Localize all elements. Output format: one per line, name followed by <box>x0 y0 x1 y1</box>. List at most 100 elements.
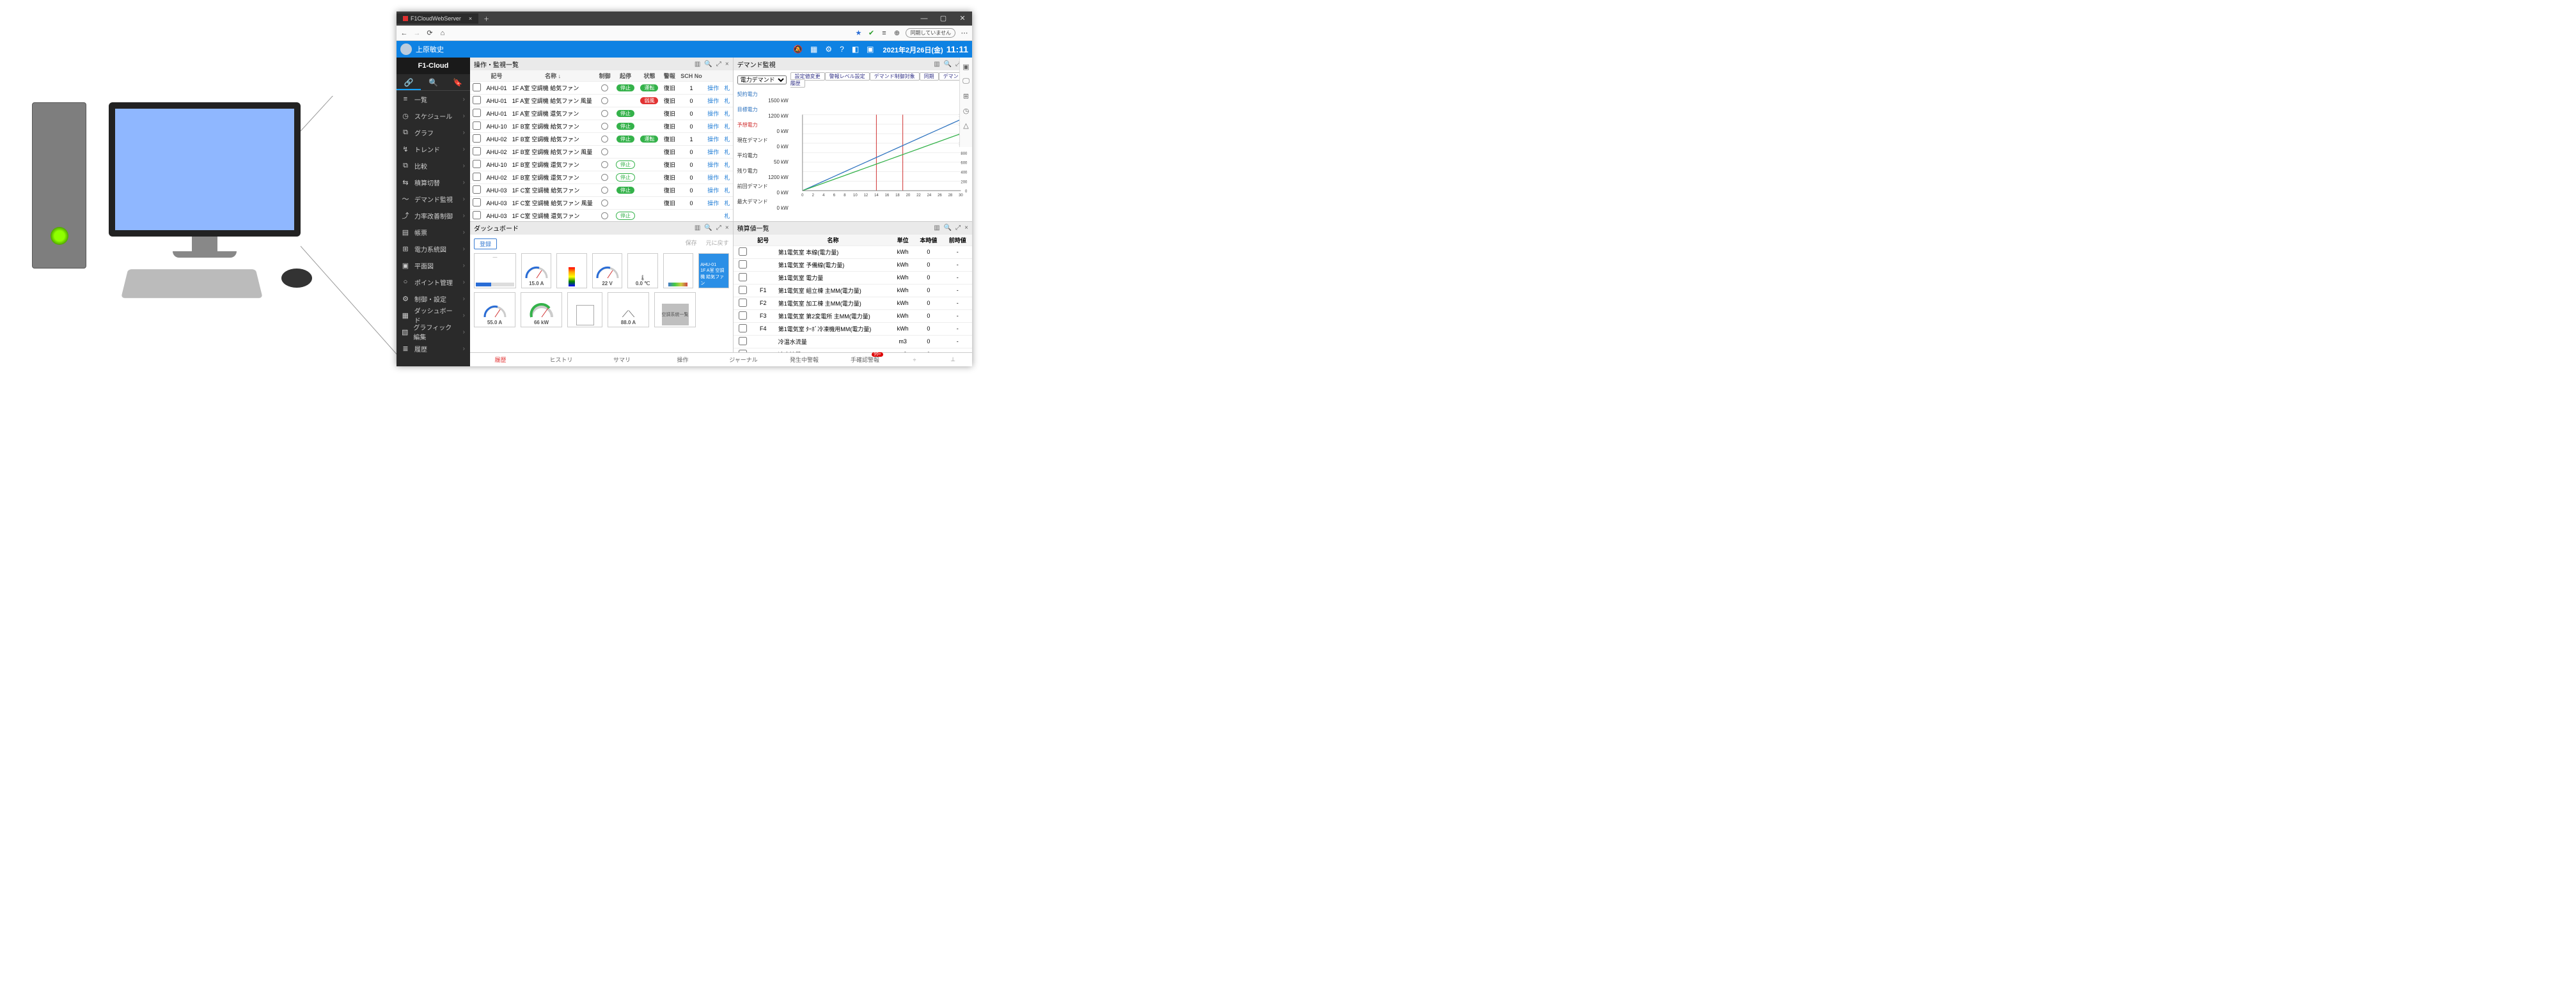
demand-button[interactable]: デマンド制御対象 <box>870 72 920 81</box>
tag-link[interactable]: 札 <box>725 149 730 155</box>
row-checkbox[interactable] <box>739 324 747 332</box>
table-row[interactable]: AHU-021F B室 空調機 還気ファン 停止 復旧0 操作 札 <box>470 171 733 184</box>
sidebar-item[interactable]: ⤴力率改善制御› <box>397 207 470 224</box>
side-tab-search[interactable]: 🔍 <box>421 74 445 90</box>
sidebar-item[interactable]: 〜デマンド監視› <box>397 191 470 207</box>
tag-link[interactable]: 札 <box>725 111 730 117</box>
tag-link[interactable]: 札 <box>725 200 730 207</box>
register-button[interactable]: 登録 <box>474 238 497 249</box>
check-icon[interactable]: ✔ <box>867 29 875 37</box>
revert-button[interactable]: 元に戻す <box>706 238 729 249</box>
table-row[interactable]: 冷水流量m30- <box>734 348 972 352</box>
table-row[interactable]: AHU-101F B室 空調機 給気ファン 停止 復旧0 操作 札 <box>470 120 733 133</box>
help-icon[interactable]: ? <box>840 45 844 54</box>
table-row[interactable]: F1第1電気室 組立棟 主MM(電力量)kWh0- <box>734 284 972 297</box>
tab-close-icon[interactable]: × <box>469 15 472 22</box>
operate-link[interactable]: 操作 <box>707 187 719 194</box>
row-checkbox[interactable] <box>473 211 481 219</box>
minimize-button[interactable]: — <box>915 12 934 26</box>
new-tab-button[interactable]: ＋ <box>478 15 494 23</box>
sidebar-item[interactable]: ◷スケジュール› <box>397 107 470 124</box>
dashboard-widget[interactable] <box>663 253 693 288</box>
favorites-icon[interactable]: ≡ <box>880 29 888 37</box>
table-row[interactable]: AHU-031F C室 空調機 還気ファン 停止 札 <box>470 210 733 221</box>
back-icon[interactable]: ← <box>400 29 408 37</box>
operate-link[interactable]: 操作 <box>707 162 719 168</box>
dashboard-widget[interactable]: 空調系統一覧 <box>654 292 696 327</box>
home-icon[interactable]: ⌂ <box>439 29 446 37</box>
row-checkbox[interactable] <box>473 185 481 194</box>
tag-link[interactable]: 札 <box>725 187 730 194</box>
save-button[interactable]: 保存 <box>686 238 697 249</box>
dashboard-widget[interactable]: 15.0 A <box>521 253 551 288</box>
dashboard-widget[interactable]: 55.0 A <box>474 292 515 327</box>
tool-expand-icon[interactable]: ⤢ <box>716 61 721 68</box>
operate-link[interactable]: 操作 <box>707 200 719 207</box>
sidebar-item[interactable]: ⧉グラフ› <box>397 124 470 141</box>
row-checkbox[interactable] <box>473 96 481 104</box>
operate-link[interactable]: 操作 <box>707 98 719 104</box>
tag-link[interactable]: 札 <box>725 175 730 181</box>
row-checkbox[interactable] <box>739 311 747 320</box>
operate-link[interactable]: 操作 <box>707 136 719 143</box>
tag-link[interactable]: 札 <box>725 136 730 143</box>
row-checkbox[interactable] <box>473 160 481 168</box>
dashboard-widget[interactable]: ⟋⟍88.0 A <box>608 292 649 327</box>
sidebar-item[interactable]: ▦ダッシュボード› <box>397 307 470 323</box>
dashboard-widget[interactable]: 🌡0.0 ℃ <box>627 253 657 288</box>
close-button[interactable]: ✕ <box>953 12 972 26</box>
forward-icon[interactable]: → <box>413 29 421 37</box>
sync-pill[interactable]: 同期していません <box>906 28 955 38</box>
window-icon[interactable]: ▣ <box>867 45 874 54</box>
table-row[interactable]: AHU-031F C室 空調機 給気ファン 風量 復旧0 操作 札 <box>470 197 733 210</box>
row-checkbox[interactable] <box>739 260 747 269</box>
dashboard-widget[interactable]: 66 kW <box>521 292 562 327</box>
dashboard-widget[interactable]: 22 V <box>592 253 622 288</box>
edge-warn-icon[interactable]: △ <box>963 121 968 130</box>
operate-link[interactable]: 操作 <box>707 85 719 91</box>
bookmark-icon[interactable]: ◧ <box>852 45 859 54</box>
row-checkbox[interactable] <box>473 109 481 117</box>
table-row[interactable]: AHU-021F B室 空調機 給気ファン 停止運転 復旧1 操作 札 <box>470 133 733 146</box>
operate-link[interactable]: 操作 <box>707 111 719 117</box>
sidebar-item[interactable]: ⧉比較› <box>397 157 470 174</box>
bottom-tab[interactable]: ヒストリ <box>531 355 592 364</box>
sidebar-item[interactable]: ▣平面図› <box>397 257 470 274</box>
tag-link[interactable]: 札 <box>725 85 730 91</box>
tool-bars-icon[interactable]: ▥ <box>695 61 700 68</box>
row-checkbox[interactable] <box>739 299 747 307</box>
gear-icon[interactable]: ⚙ <box>825 45 832 54</box>
bottom-tab[interactable]: サマリ <box>592 355 652 364</box>
row-checkbox[interactable] <box>473 147 481 155</box>
table-row[interactable]: 冷温水流量m30- <box>734 335 972 348</box>
sidebar-item[interactable]: ≡一覧› <box>397 91 470 107</box>
table-row[interactable]: 第1電気室 予備線(電力量)kWh0- <box>734 258 972 271</box>
bottom-tab[interactable]: 手確認警報99+ <box>835 355 895 364</box>
dashboard-widget[interactable]: — <box>474 253 516 288</box>
table-row[interactable]: AHU-011F A室 空調機 給気ファン 停止運転 復旧1 操作 札 <box>470 82 733 95</box>
row-checkbox[interactable] <box>739 337 747 345</box>
tag-link[interactable]: 札 <box>725 98 730 104</box>
bell-mute-icon[interactable]: 🔕 <box>793 45 803 54</box>
browser-tab[interactable]: F1CloudWebServer × <box>397 13 478 24</box>
tag-link[interactable]: 札 <box>725 123 730 130</box>
table-row[interactable]: F4第1電気室 ﾀｰﾎﾞ冷凍機用MM(電力量)kWh0- <box>734 322 972 335</box>
operate-link[interactable]: 操作 <box>707 175 719 181</box>
row-checkbox[interactable] <box>473 121 481 130</box>
operate-link[interactable]: 操作 <box>707 123 719 130</box>
row-checkbox[interactable] <box>473 134 481 143</box>
table-row[interactable]: 第1電気室 電力量kWh0- <box>734 271 972 284</box>
table-row[interactable]: AHU-011F A室 空調機 還気ファン 停止 復旧0 操作 札 <box>470 107 733 120</box>
table-row[interactable]: F2第1電気室 加工棟 主MM(電力量)kWh0- <box>734 297 972 309</box>
demand-select[interactable]: 電力デマンド <box>737 75 787 84</box>
bottom-tab[interactable]: 発生中警報 <box>774 355 835 364</box>
split-v-icon[interactable]: ⊥ <box>950 356 955 362</box>
bottom-tab[interactable]: ジャーナル <box>713 355 774 364</box>
edge-box-icon[interactable]: ▣ <box>962 63 969 71</box>
side-tab-link[interactable]: 🔗 <box>397 74 421 90</box>
avatar[interactable] <box>400 43 412 55</box>
maximize-button[interactable]: ▢ <box>934 12 953 26</box>
sidebar-item[interactable]: ▤帳票› <box>397 224 470 240</box>
row-checkbox[interactable] <box>739 286 747 294</box>
table-row[interactable]: AHU-011F A室 空調機 給気ファン 風量 弱風 復旧0 操作 札 <box>470 95 733 107</box>
